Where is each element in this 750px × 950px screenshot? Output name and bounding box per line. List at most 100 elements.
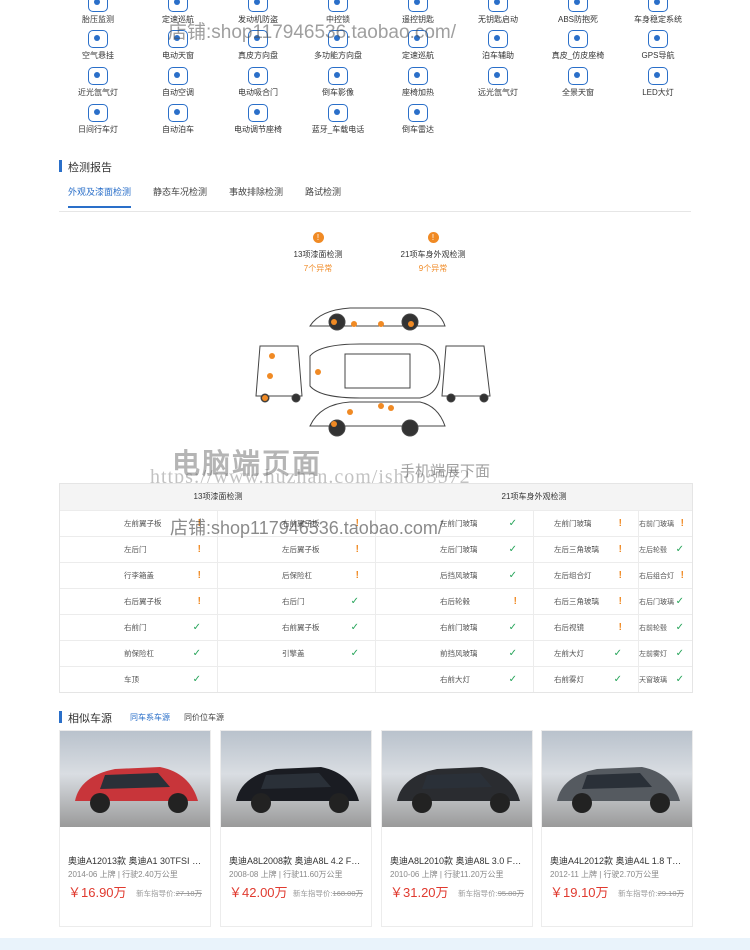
table-cell: 右前门 ✓ [60,615,218,640]
warning-icon: ! [197,544,201,555]
feature-label: 胎压监测 [82,15,114,24]
car-original-price: 新车指导价:95.80万 [458,888,524,899]
feature-icon [648,30,668,48]
check-icon: ✓ [192,674,201,685]
warning-icon: ! [680,518,684,529]
feature-label: 无钥匙启动 [478,15,518,24]
check-icon: ✓ [508,570,517,581]
car-illustration [236,767,359,813]
car-card[interactable]: 奥迪A8L2008款 奥迪A8L 4.2 FSI ... 2008-08 上牌 |… [220,730,372,927]
check-item-label: 左前门玻璃 [440,519,478,528]
table-cell: 左后组合灯! [534,563,639,588]
tab-road-test[interactable]: 路试检测 [305,185,341,208]
summary-paint-label: 13项漆面检测 [293,250,343,259]
check-icon: ✓ [508,622,517,633]
summary-paint-count: 7个异常 [303,264,333,273]
car-card[interactable]: 奥迪A8L2010款 奥迪A8L 3.0 FSI ... 2010-06 上牌 |… [381,730,533,927]
tab-same-price[interactable]: 同价位车源 [184,712,224,723]
car-meta: 2010-06 上牌 | 行驶11.20万公里 [390,870,504,879]
table-cell: 左后轮毂 ✓ [639,537,692,562]
car-title[interactable]: 奥迪A8L2010款 奥迪A8L 3.0 FSI ... [390,854,526,867]
check-item-label: 右前翼子板 [282,519,320,528]
feature-icon [328,30,348,48]
car-diagram [255,307,491,437]
car-card[interactable]: 奥迪A12013款 奥迪A1 30TFSI Eg... 2014-06 上牌 | … [59,730,211,927]
car-photo[interactable] [382,731,532,827]
check-item-label: 左前门玻璃 [554,519,592,528]
feature-item: 远光氙气灯 [458,67,538,98]
warning-icon: ! [680,570,684,581]
feature-icon [248,0,268,12]
feature-label: 泊车辅助 [482,51,514,60]
feature-icon [168,30,188,48]
car-title[interactable]: 奥迪A8L2008款 奥迪A8L 4.2 FSI ... [229,854,365,867]
car-title[interactable]: 奥迪A12013款 奥迪A1 30TFSI Eg... [68,854,204,867]
table-cell: 右前门玻璃! [639,511,692,536]
table-row: 前保险杠 ✓ 引擎盖 ✓ 前挡风玻璃 ✓ 左前大灯 ✓ 左前雾灯 ✓ [60,640,692,666]
table-row: 右后翼子板! 右后门 ✓ 右后轮毂! 右后三角玻璃! 右后门玻璃 ✓ [60,588,692,614]
report-title: 检测报告 [59,159,112,175]
feature-icon [248,30,268,48]
check-icon: ✓ [613,648,622,659]
car-photo[interactable] [221,731,371,827]
feature-item: 真皮_仿皮座椅 [538,30,618,61]
feature-icon [88,67,108,85]
check-item-label: 左后轮毂 [639,546,667,554]
table-cell: 右后门 ✓ [218,589,376,614]
table-cell: 后保险杠! [218,563,376,588]
car-illustration [557,767,680,813]
feature-item: 车身稳定系统 [618,0,698,25]
table-row: 左后门! 左后翼子板! 左后门玻璃 ✓ 左后三角玻璃! 左后轮毂 ✓ [60,536,692,562]
report-tabs: 外观及漆面检测 静态车况检测 事故排除检测 路试检测 [68,185,341,208]
feature-icon [328,104,348,122]
feature-item: 发动机防盗 [218,0,298,25]
summary-body: ! 21项车身外观检测 9个异常 [383,232,483,274]
feature-label: 真皮_仿皮座椅 [551,51,605,60]
car-title[interactable]: 奥迪A4L2012款 奥迪A4L 1.8 TFS... [550,854,686,867]
table-cell: 右前大灯 ✓ [376,667,534,692]
feature-label: 中控锁 [326,15,350,24]
tab-static[interactable]: 静态车况检测 [153,185,207,208]
check-item-label: 右后组合灯 [639,572,674,580]
feature-item: 遥控钥匙 [378,0,458,25]
feature-icon [568,0,588,12]
car-mileage: 行驶2.40万公里 [122,870,178,879]
car-price: ￥31.20万 [390,885,449,900]
check-item-label: 前保险杠 [124,649,154,658]
car-illustration [397,767,520,813]
tab-accident[interactable]: 事故排除检测 [229,185,283,208]
warning-icon: ! [312,232,324,243]
feature-icon [328,67,348,85]
feature-icon [168,67,188,85]
check-icon: ✓ [675,544,684,555]
check-item-label: 右后三角玻璃 [554,597,599,606]
tab-appearance[interactable]: 外观及漆面检测 [68,185,132,208]
check-item-label: 右后轮毂 [440,597,470,606]
check-item-label: 车顶 [124,675,139,684]
warning-icon: ! [197,570,201,581]
feature-label: 电动调节座椅 [234,125,282,134]
warning-icon: ! [618,544,622,555]
feature-label: 日间行车灯 [78,125,118,134]
car-photo[interactable] [60,731,210,827]
warning-icon: ! [355,544,359,555]
car-illustration [75,767,198,813]
tab-same-series[interactable]: 同车系车源 [130,712,170,723]
orig-label: 新车指导价: [292,889,333,898]
table-body: 左前翼子板! 右前翼子板! 左前门玻璃 ✓ 左前门玻璃! 右前门玻璃! 左后门! 左后翼子板!… [60,510,692,692]
car-photo[interactable] [542,731,692,827]
feature-item: ABS防抱死 [538,0,618,25]
warning-icon: ! [513,596,517,607]
feature-label: 自动泊车 [162,125,194,134]
warning-icon: ! [618,518,622,529]
table-cell [218,667,376,692]
feature-icon [648,67,668,85]
feature-label: 遥控钥匙 [402,15,434,24]
car-card[interactable]: 奥迪A4L2012款 奥迪A4L 1.8 TFS... 2012-11 上牌 | … [541,730,693,927]
feature-icon [408,104,428,122]
check-item-label: 右后门玻璃 [639,598,674,606]
feature-label: LED大灯 [642,88,674,97]
feature-icon [568,30,588,48]
table-cell: 左后翼子板! [218,537,376,562]
feature-item: 座椅加热 [378,67,458,98]
